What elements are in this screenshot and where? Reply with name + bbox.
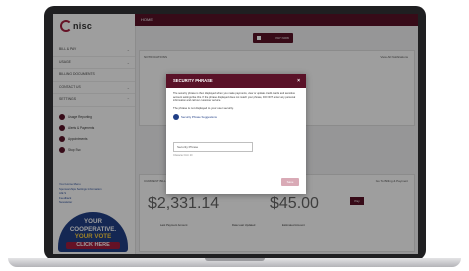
phrase-suggestions-toggle[interactable]: Security Phrase Suggestions (173, 113, 299, 120)
laptop-notch (205, 258, 265, 261)
save-button[interactable]: Save (281, 178, 299, 186)
info-icon (173, 113, 179, 120)
dialog-body: The security phrase is then displayed wh… (173, 92, 299, 120)
security-phrase-dialog: SECURITY PHRASE × The security phrase is… (166, 74, 306, 194)
security-phrase-input[interactable]: Security Phrase (173, 142, 253, 152)
close-icon[interactable]: × (297, 74, 300, 88)
character-limit-hint: Character limit: 20 (173, 154, 193, 157)
security-note: The phrase is not displayed to your user… (173, 105, 234, 110)
dialog-title: SECURITY PHRASE (173, 78, 213, 83)
dialog-header: SECURITY PHRASE × (166, 74, 306, 88)
app-screen: nisc BILL & PAY ⌄ USAGE ⌄ BILLING DOCUMENT… (53, 14, 418, 254)
security-description: The security phrase is then displayed wh… (173, 92, 296, 103)
